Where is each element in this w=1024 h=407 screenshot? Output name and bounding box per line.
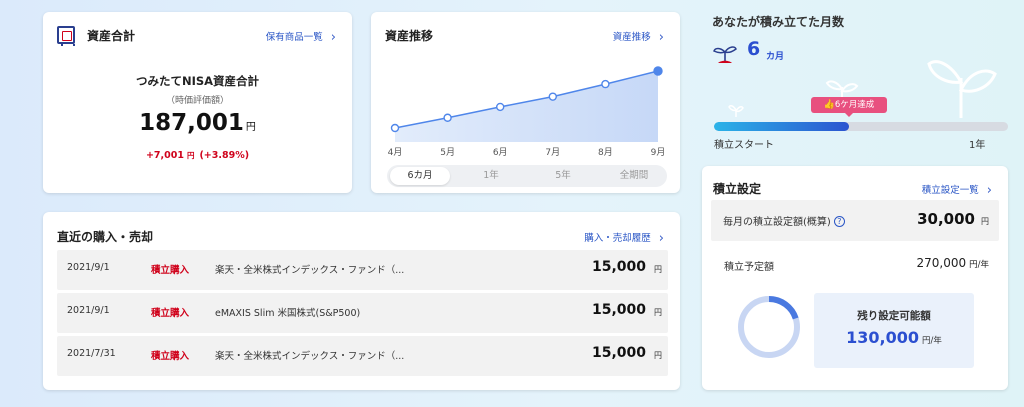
tx-fund: eMAXIS Slim 米国株式(S&P500) [215,308,361,319]
tx-fund: 楽天・全米株式インデックス・ファンド（... [215,265,405,276]
months-unit: カ月 [766,52,785,62]
info-icon[interactable]: ? [833,216,845,227]
achievement-badge: 👍6ケ月達成 [811,97,887,117]
nisa-total-subheading: （時価評価額） [165,96,229,106]
chevron-right-icon: › [658,30,664,45]
nisa-total-heading: つみたてNISA資産合計 [135,74,260,88]
tx-amount: 15,000 [591,302,646,318]
thumbs-up-icon: 👍 [823,100,835,110]
period-option-6m[interactable]: 6カ月 [390,167,450,185]
recent-transactions-title: 直近の購入・売却 [57,230,154,244]
trend-point[interactable] [443,113,452,122]
months-progress-bar [714,122,1008,131]
tx-yen: 円 [654,308,662,317]
safe-icon [57,26,75,46]
settings-list-link[interactable]: 積立設定一覧 › [922,182,992,198]
holdings-list-link-label: 保有商品一覧 [265,32,323,43]
nisa-total-amount-row: 187,001 円 [43,110,352,136]
trend-point[interactable] [495,102,505,112]
trend-point[interactable] [548,92,558,101]
asset-trend-link[interactable]: 資産推移 › [613,29,664,45]
nisa-total-yen: 円 [245,122,256,133]
tx-fund: 楽天・全米株式インデックス・ファンド（... [215,351,405,362]
period-option-1y[interactable]: 1年 [461,167,521,185]
x-tick-label: 5月 [440,147,455,158]
months-title: あなたが積み立てた月数 [712,15,845,29]
planned-amount-label: 積立予定額 [724,262,774,273]
transaction-history-link[interactable]: 購入・売却履歴 › [584,230,664,246]
table-row[interactable]: 2021/7/31 積立購入 楽天・全米株式インデックス・ファンド（... 15… [57,336,668,376]
progress-start-label: 積立スタート [714,140,774,151]
tx-type: 積立購入 [151,351,190,362]
change-yen: 円 [186,151,195,160]
x-tick-label: 7月 [545,147,560,158]
change-amount: +7,001 [145,150,184,161]
tx-date: 2021/9/1 [67,262,110,273]
remaining-unit: 円/年 [922,336,942,346]
x-tick-label: 6月 [493,147,508,158]
change-percent: (+3.89%) [199,150,250,161]
monthly-setting-yen: 円 [981,217,989,226]
period-option-5y[interactable]: 5年 [533,167,593,185]
sprout-tiny-icon [728,105,744,117]
asset-trend-title: 資産推移 [385,29,434,43]
monthly-setting-row: 毎月の積立設定額(概算)? 30,000 円 [711,200,999,241]
tx-yen: 円 [654,351,662,360]
months-count: 6 [747,38,761,60]
trend-point[interactable] [653,66,663,76]
asset-trend-chart: 4月 5月 6月 7月 8月 9月 [388,66,666,158]
achievement-badge-label: 6ケ月達成 [834,100,875,110]
planned-amount-unit: 円/年 [969,260,989,270]
remaining-donut-chart [738,296,800,358]
monthly-setting-amount: 30,000 [917,210,975,228]
nisa-total-amount: 187,001 [139,110,244,136]
progress-end-label: 1年 [969,140,986,151]
tx-date: 2021/9/1 [67,305,110,316]
trend-area [395,71,658,142]
nisa-total-change: +7,001 円 (+3.89%) [43,150,352,161]
remaining-amount-box: 残り設定可能額 130,000 円/年 [814,293,974,368]
sprout-large-icon [927,60,997,118]
holdings-list-link[interactable]: 保有商品一覧 › [266,29,336,45]
asset-trend-card: 資産推移 資産推移 › 4月 5月 6月 7月 8月 9月 6カ月 1年 5年 全期間 [371,12,680,193]
tx-type: 積立購入 [151,265,190,276]
x-tick-label: 4月 [388,147,403,158]
planned-amount-row: 270,000 円/年 [917,256,990,270]
period-selector: 6カ月 1年 5年 全期間 [387,165,667,187]
remaining-amount-row: 130,000 円/年 [814,328,974,347]
tx-amount: 15,000 [591,345,646,361]
trend-point[interactable] [390,123,400,133]
months-progress-fill [714,122,850,131]
sprout-icon [713,46,737,63]
x-tick-label: 9月 [651,147,666,158]
table-row[interactable]: 2021/9/1 積立購入 eMAXIS Slim 米国株式(S&P500) 1… [57,293,668,333]
chevron-right-icon: › [330,30,336,45]
recent-transactions-card: 直近の購入・売却 購入・売却履歴 › 2021/9/1 積立購入 楽天・全米株式イ… [43,212,680,390]
chevron-right-icon: › [658,231,664,246]
settings-list-link-label: 積立設定一覧 [921,185,979,196]
transaction-history-link-label: 購入・売却履歴 [584,233,651,244]
tx-amount: 15,000 [591,259,646,275]
monthly-setting-label-text: 毎月の積立設定額(概算) [723,217,831,228]
monthly-setting-label: 毎月の積立設定額(概算)? [723,213,845,228]
table-row[interactable]: 2021/9/1 積立購入 楽天・全米株式インデックス・ファンド（... 15,… [57,250,668,290]
remaining-amount: 130,000 [846,328,919,347]
trend-point[interactable] [601,79,610,89]
tx-yen: 円 [654,265,662,274]
planned-amount: 270,000 [916,256,967,270]
accumulation-settings-card: 積立設定 積立設定一覧 › 毎月の積立設定額(概算)? 30,000 円 積立予定… [702,166,1008,390]
x-tick-label: 8月 [598,147,613,158]
asset-trend-link-label: 資産推移 [612,32,651,43]
chevron-right-icon: › [986,183,992,198]
remaining-label: 残り設定可能額 [857,310,931,322]
period-option-all[interactable]: 全期間 [604,167,664,185]
tx-date: 2021/7/31 [67,348,116,359]
asset-total-card: 資産合計 保有商品一覧 › つみたてNISA資産合計 （時価評価額） 187,00… [43,12,352,193]
tx-type: 積立購入 [151,308,190,319]
settings-title: 積立設定 [713,182,762,196]
asset-total-title: 資産合計 [87,29,136,43]
